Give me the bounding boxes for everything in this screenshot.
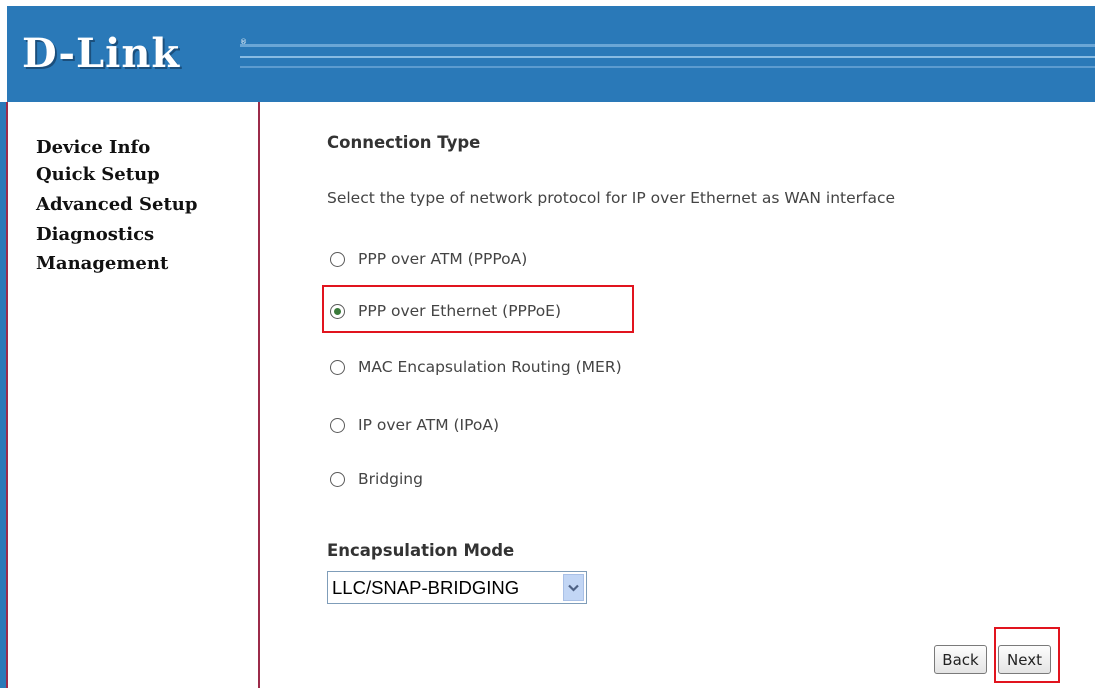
header-left-border <box>0 0 7 102</box>
radio-mer[interactable] <box>330 359 345 375</box>
header-banner: D-Link ® <box>0 0 1095 102</box>
registered-mark: ® <box>240 38 247 46</box>
chevron-down-icon[interactable] <box>563 574 584 601</box>
header-stripe <box>240 66 1095 68</box>
page-description: Select the type of network protocol for … <box>327 189 896 207</box>
sidebar-item-device-info[interactable]: Device Info <box>36 133 197 163</box>
sidebar-item-management[interactable]: Management <box>36 247 197 281</box>
left-frame-rule <box>6 102 8 688</box>
radio-bridging[interactable] <box>330 471 345 487</box>
option-pppoa[interactable]: PPP over ATM (PPPoA) <box>330 250 527 268</box>
sidebar-nav: Device Info Quick Setup Advanced Setup D… <box>36 133 197 281</box>
option-label: PPP over Ethernet (PPPoE) <box>358 302 562 320</box>
header-top-border <box>0 0 1095 6</box>
encapsulation-mode-label: Encapsulation Mode <box>327 541 515 560</box>
encapsulation-mode-value: LLC/SNAP-BRIDGING <box>332 576 520 598</box>
next-button[interactable]: Next <box>998 645 1051 674</box>
sidebar-item-quick-setup[interactable]: Quick Setup <box>36 163 197 187</box>
radio-ipoa[interactable] <box>330 417 345 433</box>
sidebar-item-diagnostics[interactable]: Diagnostics <box>36 223 197 247</box>
header-stripe <box>240 44 1095 47</box>
radio-pppoe[interactable] <box>330 303 345 319</box>
option-bridging[interactable]: Bridging <box>330 470 423 488</box>
page-title: Connection Type <box>327 133 481 152</box>
option-label: MAC Encapsulation Routing (MER) <box>358 358 622 376</box>
radio-pppoa[interactable] <box>330 251 345 267</box>
option-mer[interactable]: MAC Encapsulation Routing (MER) <box>330 358 622 376</box>
sidebar-item-advanced-setup[interactable]: Advanced Setup <box>36 187 197 223</box>
option-ipoa[interactable]: IP over ATM (IPoA) <box>330 416 499 434</box>
header-stripe <box>240 56 1095 58</box>
back-button[interactable]: Back <box>934 645 987 674</box>
option-label: IP over ATM (IPoA) <box>358 416 500 434</box>
sidebar-divider <box>258 102 260 688</box>
encapsulation-mode-select[interactable]: LLC/SNAP-BRIDGING <box>327 571 587 604</box>
dlink-logo: D-Link <box>22 30 181 77</box>
option-label: Bridging <box>358 470 423 488</box>
option-pppoe[interactable]: PPP over Ethernet (PPPoE) <box>330 302 561 320</box>
option-label: PPP over ATM (PPPoA) <box>358 250 528 268</box>
